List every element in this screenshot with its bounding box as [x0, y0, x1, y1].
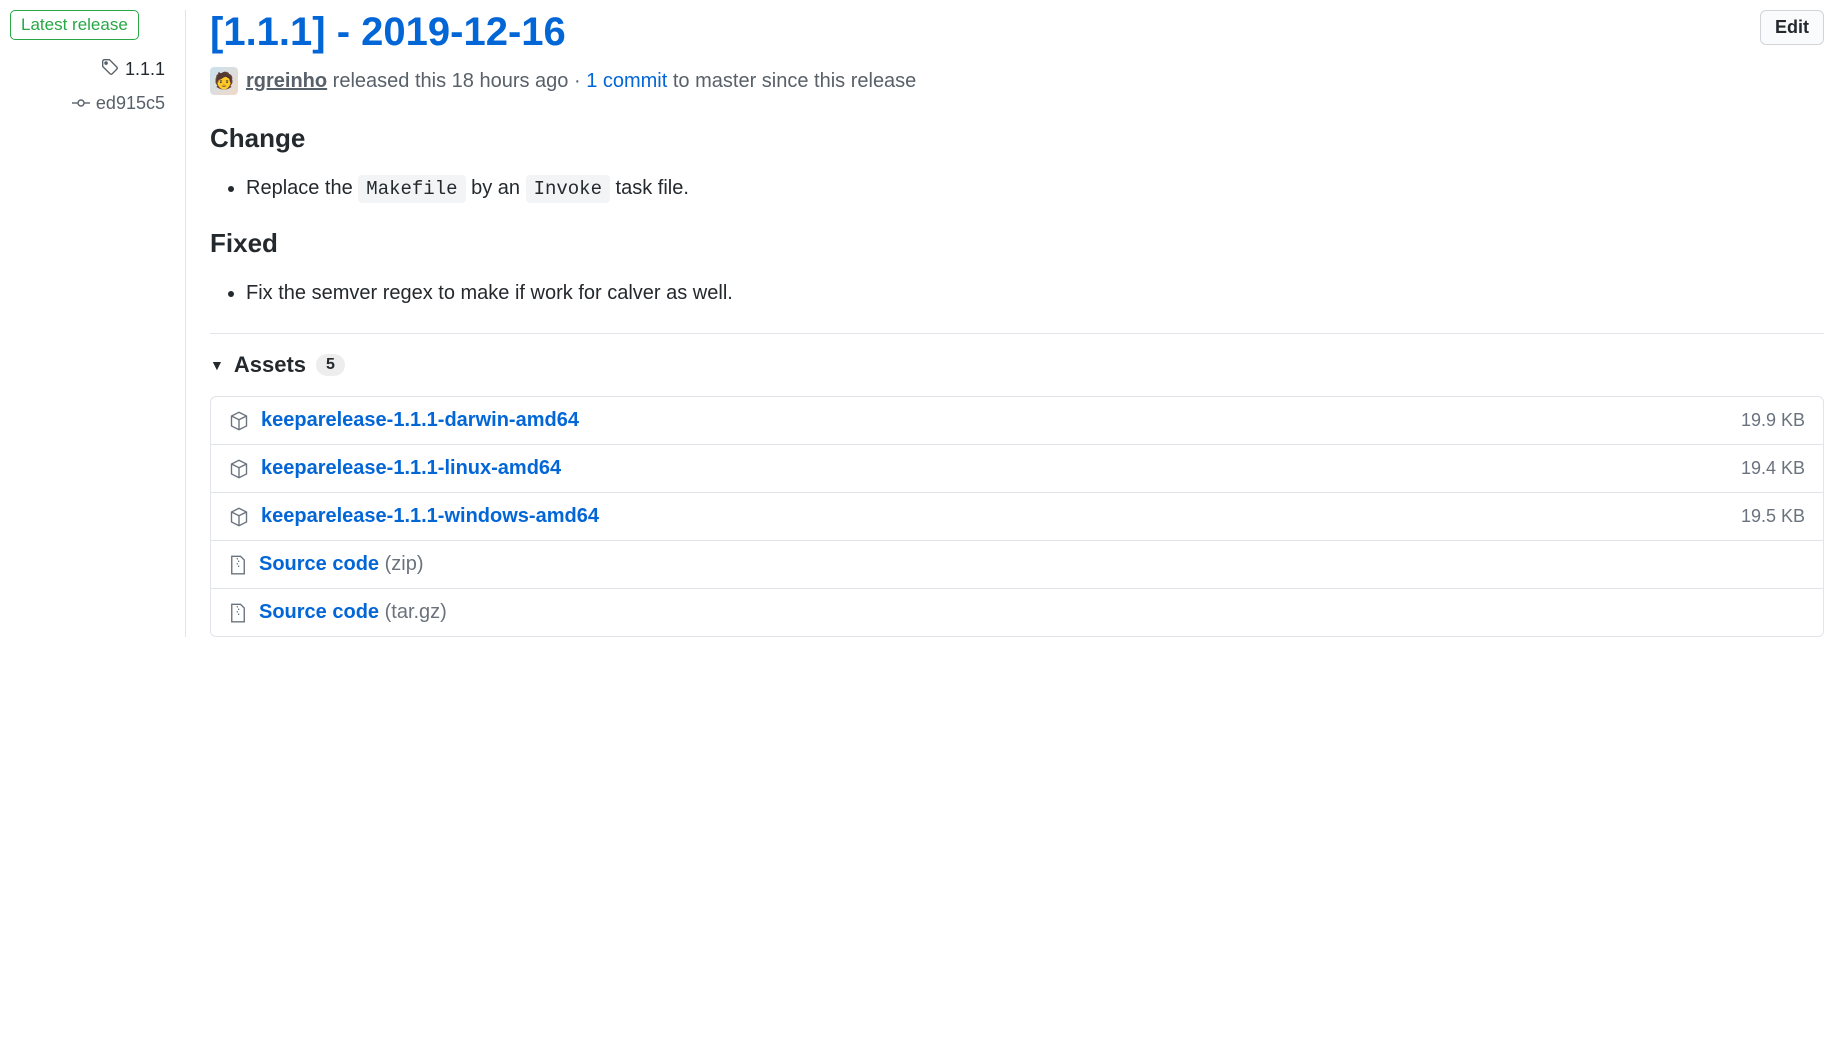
package-icon	[229, 411, 249, 431]
assets-toggle[interactable]: ▼ Assets 5	[210, 352, 1824, 378]
asset-link[interactable]: keeparelease-1.1.1-linux-amd64	[261, 457, 561, 480]
code-makefile: Makefile	[358, 175, 465, 203]
asset-size: 19.9 KB	[1741, 410, 1805, 431]
time-ago: 18 hours ago	[452, 70, 569, 92]
tag-row[interactable]: 1.1.1	[10, 58, 165, 81]
latest-release-badge: Latest release	[10, 10, 139, 40]
commit-icon	[72, 93, 90, 114]
author-line: 🧑 rgreinho released this 18 hours ago · …	[210, 67, 1824, 95]
author-separator: ·	[568, 70, 586, 92]
asset-size: 19.5 KB	[1741, 506, 1805, 527]
code-invoke: Invoke	[526, 175, 610, 203]
commit-row[interactable]: ed915c5	[10, 93, 165, 114]
tag-icon	[101, 58, 119, 81]
commits-suffix: to master since this release	[667, 70, 916, 92]
asset-ext: (tar.gz)	[379, 601, 447, 623]
commit-sha: ed915c5	[96, 93, 165, 114]
release-main: [1.1.1] - 2019-12-16 Edit 🧑 rgreinho rel…	[185, 10, 1824, 637]
file-zip-icon	[229, 555, 247, 575]
avatar[interactable]: 🧑	[210, 67, 238, 95]
commits-link[interactable]: 1 commit	[586, 70, 667, 92]
author-link[interactable]: rgreinho	[246, 70, 327, 92]
package-icon	[229, 507, 249, 527]
asset-ext: (zip)	[379, 553, 423, 575]
released-text: released this	[327, 70, 452, 92]
fixed-list-item: Fix the semver regex to make if work for…	[246, 277, 1824, 309]
caret-down-icon: ▼	[210, 357, 224, 373]
asset-row: keeparelease-1.1.1-windows-amd64 19.5 KB	[211, 493, 1823, 541]
asset-row: keeparelease-1.1.1-darwin-amd64 19.9 KB	[211, 397, 1823, 445]
section-heading-change: Change	[210, 123, 1824, 154]
divider	[210, 333, 1824, 334]
asset-size: 19.4 KB	[1741, 458, 1805, 479]
edit-button[interactable]: Edit	[1760, 10, 1824, 45]
release-sidebar: Latest release 1.1.1 ed915c5	[10, 10, 185, 637]
asset-link[interactable]: Source code (zip)	[259, 553, 424, 576]
assets-label: Assets	[234, 352, 306, 378]
file-zip-icon	[229, 603, 247, 623]
release-title-link[interactable]: [1.1.1] - 2019-12-16	[210, 10, 566, 54]
asset-row: keeparelease-1.1.1-linux-amd64 19.4 KB	[211, 445, 1823, 493]
tag-name: 1.1.1	[125, 59, 165, 80]
section-heading-fixed: Fixed	[210, 228, 1824, 259]
release-title: [1.1.1] - 2019-12-16	[210, 10, 566, 55]
asset-row: Source code (tar.gz)	[211, 589, 1823, 636]
assets-list: keeparelease-1.1.1-darwin-amd64 19.9 KB k…	[210, 396, 1824, 637]
release-body: Change Replace the Makefile by an Invoke…	[210, 123, 1824, 309]
asset-row: Source code (zip)	[211, 541, 1823, 589]
package-icon	[229, 459, 249, 479]
asset-link[interactable]: keeparelease-1.1.1-darwin-amd64	[261, 409, 579, 432]
assets-count: 5	[316, 354, 345, 376]
asset-link[interactable]: Source code (tar.gz)	[259, 601, 447, 624]
asset-link[interactable]: keeparelease-1.1.1-windows-amd64	[261, 505, 599, 528]
change-list-item: Replace the Makefile by an Invoke task f…	[246, 172, 1824, 204]
